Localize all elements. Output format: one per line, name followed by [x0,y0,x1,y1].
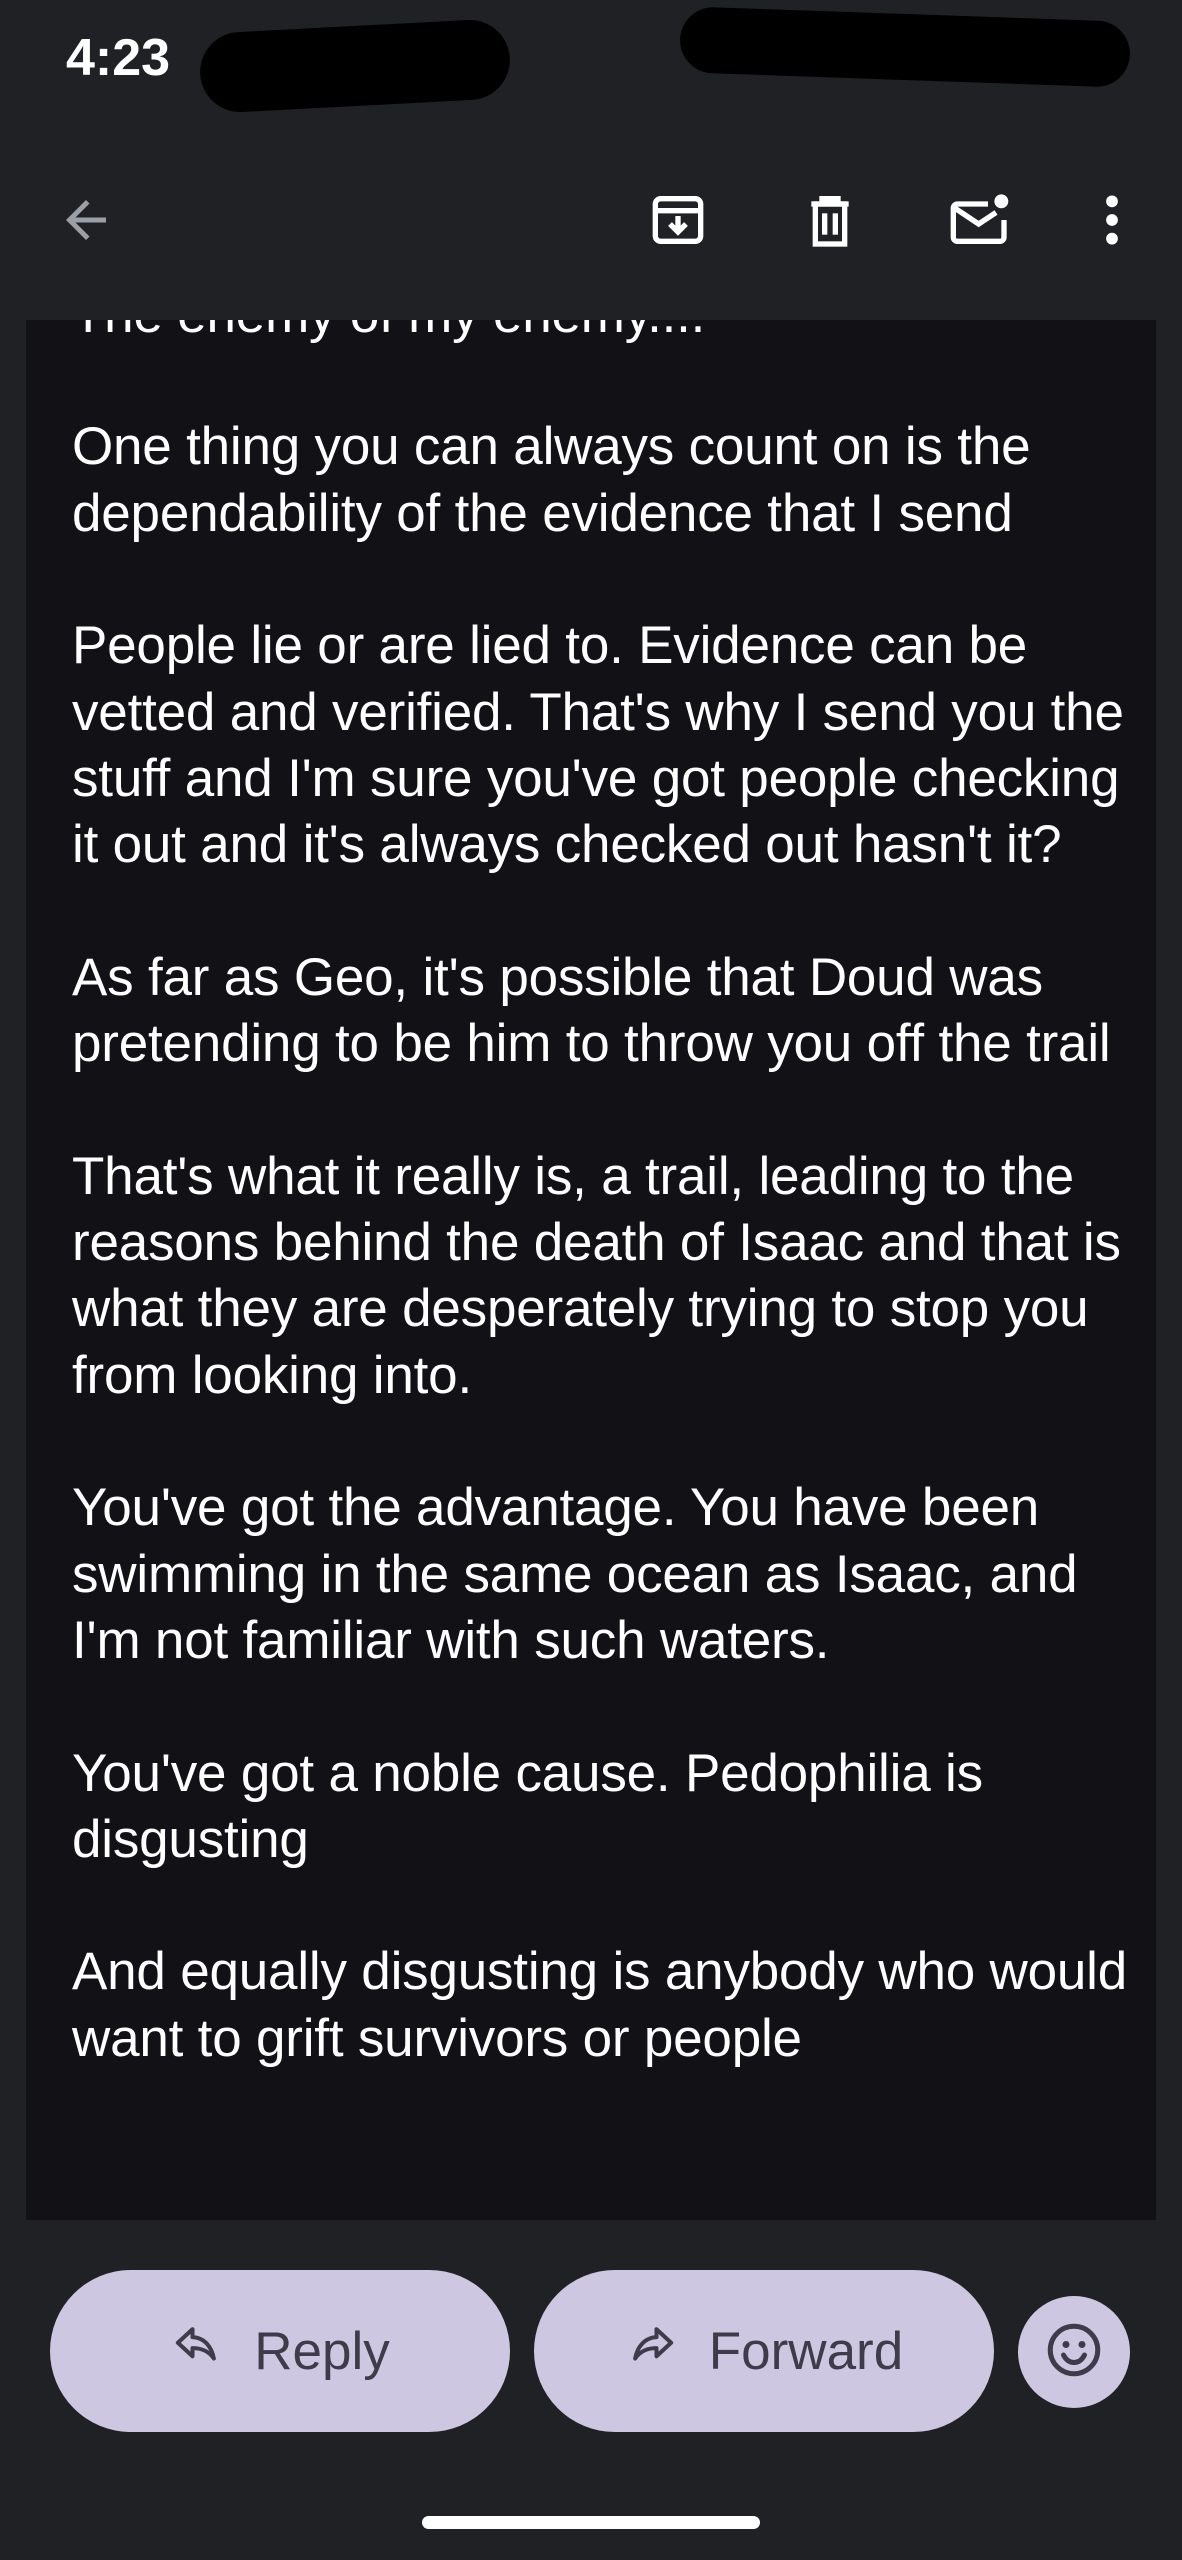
forward-icon [625,2318,679,2385]
redaction-mark [678,6,1132,88]
smiley-icon [1044,2320,1104,2385]
forward-label: Forward [708,2321,904,2381]
back-arrow-icon[interactable] [26,150,146,290]
email-paragraph: You've got a noble cause. Pedophilia is … [72,1743,983,1869]
delete-icon[interactable] [770,150,890,290]
email-paragraph: One thing you can always count on is the… [72,417,1031,543]
mark-unread-icon[interactable] [920,150,1040,290]
archive-icon[interactable] [618,150,738,290]
email-paragraph: The enemy of my enemy.... [72,320,1142,348]
email-paragraph: That's what it really is, a trail, leadi… [72,1146,1121,1405]
email-body: The enemy of my enemy.... One thing you … [72,320,1142,2138]
more-vert-icon[interactable] [1052,150,1172,290]
forward-button[interactable]: Forward [534,2270,994,2432]
email-paragraph: People lie or are lied to. Evidence can … [72,616,1124,875]
email-paragraph: As far as Geo, it's possible that Doud w… [72,947,1111,1074]
reply-label: Reply [254,2321,390,2381]
status-bar: 4:23 [0,0,1182,120]
emoji-reaction-button[interactable] [1018,2296,1130,2408]
email-body-panel: The enemy of my enemy.... One thing you … [26,320,1156,2220]
redaction-mark [198,17,512,115]
status-time: 4:23 [66,29,171,87]
home-indicator[interactable] [422,2516,760,2529]
reply-button[interactable]: Reply [50,2270,510,2432]
reply-icon [170,2318,224,2385]
bottom-action-bar: Reply Forward [0,2220,1182,2560]
email-paragraph: And equally disgusting is anybody who wo… [72,1942,1128,2068]
email-paragraph: You've got the advantage. You have been … [72,1478,1078,1671]
email-toolbar [0,150,1182,290]
